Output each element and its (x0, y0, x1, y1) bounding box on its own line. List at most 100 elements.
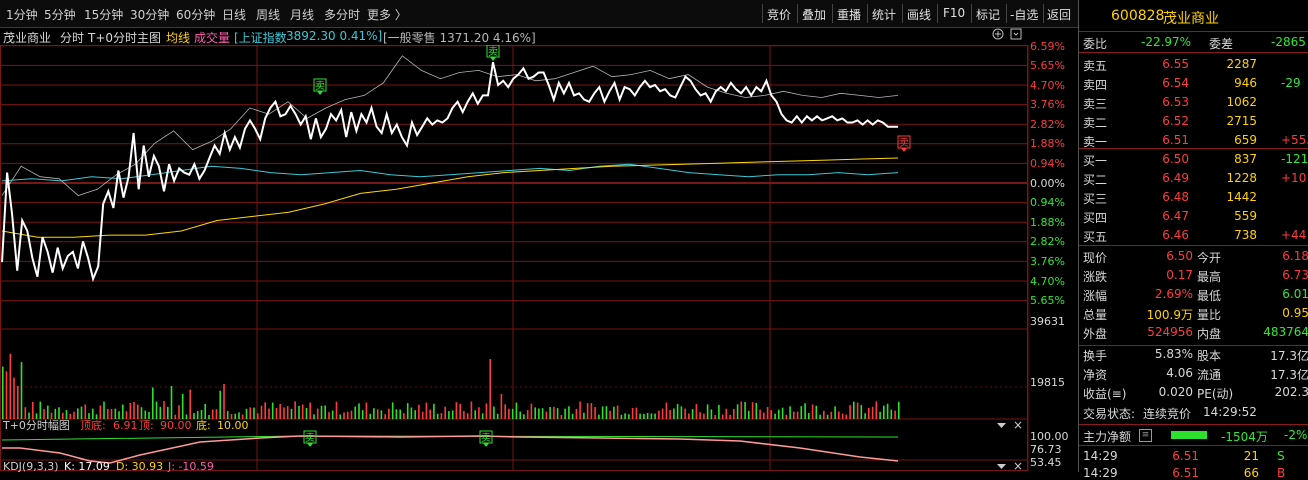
draw-button[interactable]: 画线 (907, 6, 931, 23)
volume-bar (879, 411, 881, 419)
bid-volume: 1228 (1226, 171, 1257, 185)
volume-bar (718, 404, 720, 419)
watchlist-button[interactable]: -自选 (1010, 6, 1038, 23)
zoom-in-icon[interactable] (992, 28, 1004, 43)
volume-bar (898, 401, 900, 419)
volume-bar (725, 408, 728, 419)
volume-bar (545, 411, 548, 419)
list-icon[interactable]: ≡ (1139, 429, 1152, 442)
volume-bar (129, 403, 132, 419)
volume-bar (110, 408, 113, 419)
volume-bar (504, 404, 506, 419)
more-menu[interactable]: 更多 〉 (367, 6, 407, 23)
tab-15min[interactable]: 15分钟 (84, 6, 123, 23)
t0-label[interactable]: T+0分时主图 (88, 29, 161, 46)
tab-daily[interactable]: 日线 (222, 6, 246, 23)
stat-value: 0.020 (1158, 385, 1193, 399)
volume-bar (673, 408, 675, 419)
osc-val3: 10.00 (217, 419, 249, 432)
mark-button[interactable]: 标记 (976, 6, 1000, 23)
overlay-button[interactable]: 叠加 (802, 6, 826, 23)
volume-bar (238, 412, 240, 419)
flow-label: 主力净额 (1083, 430, 1132, 444)
volume-bar (99, 405, 102, 419)
ask-price[interactable]: 6.52 (1141, 114, 1189, 128)
intraday-chart[interactable]: 卖卖卖卖卖 T+0分时幅图 顶底: 6.91 顶: 90.00 底: 10.00… (0, 45, 1078, 472)
volume-bar (204, 403, 206, 419)
volume-bar (163, 401, 165, 419)
stat-label: 流通 (1197, 368, 1222, 382)
collapse-icon[interactable] (997, 423, 1006, 428)
volume-bar (268, 408, 270, 419)
stats-button[interactable]: 统计 (872, 6, 896, 23)
bid-price[interactable]: 6.46 (1141, 228, 1189, 242)
mode-label[interactable]: 分时 (60, 29, 84, 46)
volume-bar (9, 353, 12, 419)
kdj-close-icon[interactable]: × (1013, 459, 1023, 472)
volume-bar (354, 406, 356, 419)
volume-bar (65, 410, 68, 419)
period-toolbar: 1分钟 5分钟 15分钟 30分钟 60分钟 日线 周线 月线 多分时 更多 〉… (0, 0, 1078, 28)
quote-panel: 600828 茂业商业 委比 -22.97% 委差 -2865 卖五 6.55 22… (1078, 0, 1308, 480)
settings-icon[interactable] (1010, 28, 1022, 43)
volume-bar (526, 410, 529, 419)
back-button[interactable]: 返回 (1047, 6, 1071, 23)
f10-button[interactable]: F10 (943, 6, 965, 20)
ask-price[interactable]: 6.51 (1141, 133, 1189, 147)
volume-bar (320, 405, 323, 419)
bid-change: +10 (1281, 171, 1307, 185)
bid-price[interactable]: 6.50 (1141, 152, 1189, 166)
volume-bar (369, 413, 371, 419)
axis-zero-label: 0.00% (1030, 177, 1065, 190)
volume-bar (118, 411, 120, 419)
ask-price[interactable]: 6.53 (1141, 95, 1189, 109)
tab-weekly[interactable]: 周线 (256, 6, 280, 23)
bid-price[interactable]: 6.49 (1141, 171, 1189, 185)
bid-label: 买一 (1083, 154, 1108, 168)
tick-time: 14:29 (1083, 449, 1118, 463)
ask-volume: 2715 (1226, 114, 1257, 128)
volume-bar (107, 408, 109, 419)
tab-monthly[interactable]: 月线 (290, 6, 314, 23)
volume-bar (793, 411, 795, 419)
volume-bar (594, 407, 596, 419)
auction-button[interactable]: 竞价 (767, 6, 791, 23)
tab-60min[interactable]: 60分钟 (176, 6, 215, 23)
volume-bar (763, 412, 765, 419)
bid-price[interactable]: 6.48 (1141, 190, 1189, 204)
tab-1min[interactable]: 1分钟 (6, 6, 38, 23)
axis-down-label: 4.70% (1030, 275, 1065, 288)
volume-bar (808, 413, 810, 419)
stat-label: 现价 (1083, 251, 1108, 265)
osc-sell-mark-arrow (307, 443, 313, 447)
volume-bar (43, 409, 45, 419)
volume-bar (635, 407, 638, 419)
ask-volume: 2287 (1226, 57, 1257, 71)
tab-multi-day[interactable]: 多分时 (324, 6, 360, 23)
volume-bar (294, 401, 296, 419)
ask-price[interactable]: 6.54 (1141, 76, 1189, 90)
volume-bar (365, 402, 368, 419)
volume-bar (830, 411, 833, 419)
osc-axis-mid: 76.73 (1030, 443, 1062, 456)
axis-down-label: 0.94% (1030, 196, 1065, 209)
volume-bar (721, 414, 724, 419)
close-icon[interactable]: × (1013, 418, 1023, 432)
tab-30min[interactable]: 30分钟 (130, 6, 169, 23)
sell-mark-arrow (490, 57, 496, 61)
volume-bar (853, 401, 855, 419)
volume-bar (429, 409, 431, 419)
osc-sell-mark-arrow (483, 443, 489, 447)
volume-bar (283, 407, 285, 419)
volume-bar (609, 410, 611, 419)
volume-bar (643, 413, 645, 419)
tab-5min[interactable]: 5分钟 (44, 6, 76, 23)
volume-bar (17, 385, 19, 419)
volume-bar (170, 385, 173, 419)
volume-bar (778, 409, 780, 419)
bid-price[interactable]: 6.47 (1141, 209, 1189, 223)
ask-price[interactable]: 6.55 (1141, 57, 1189, 71)
kdj-label: KDJ(9,3,3) (3, 460, 59, 472)
kdj-collapse-icon[interactable] (997, 464, 1006, 469)
replay-button[interactable]: 重播 (837, 6, 861, 23)
